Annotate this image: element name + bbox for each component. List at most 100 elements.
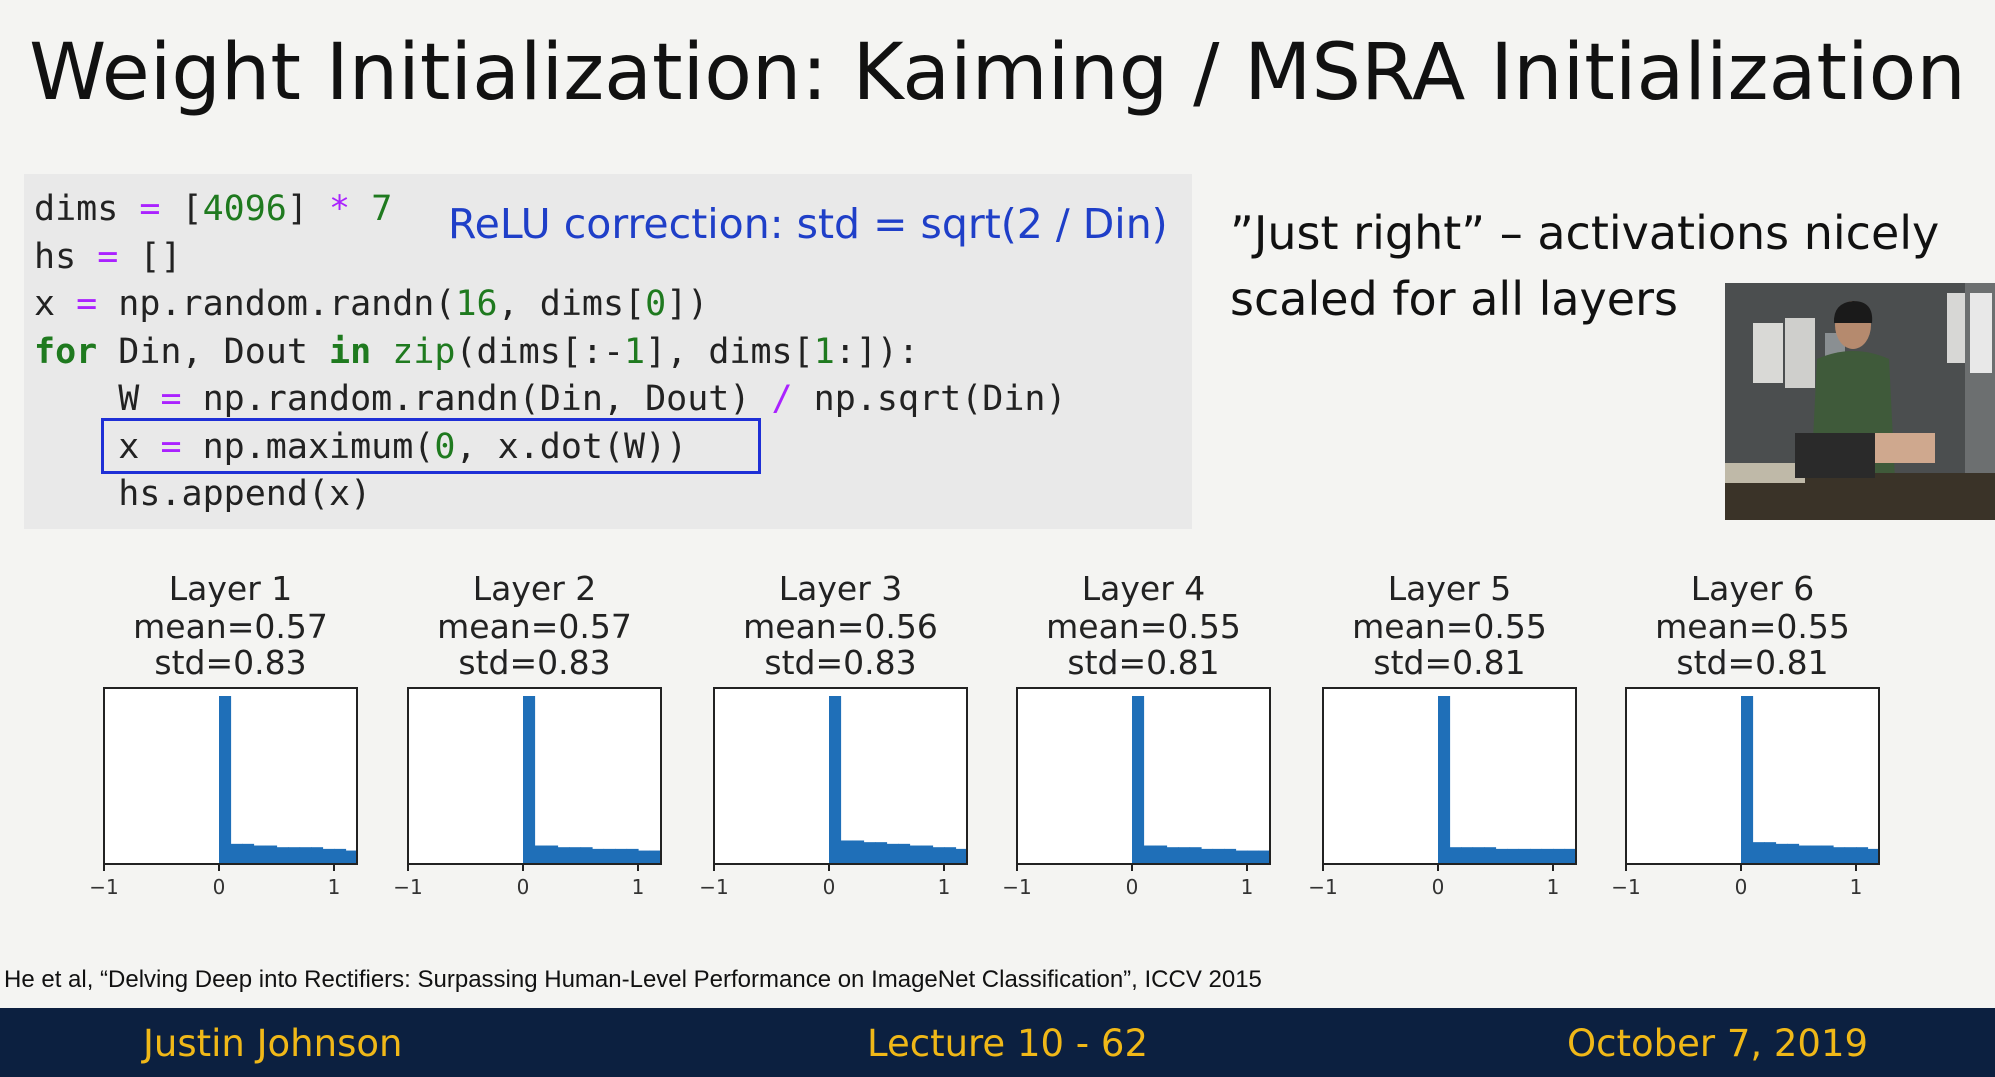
histogram-bar <box>626 848 639 864</box>
histogram-tick-label: 0 <box>1126 875 1139 899</box>
histogram-bar <box>230 843 243 864</box>
histogram-bar <box>580 847 593 864</box>
presenter-video-thumbnail <box>1725 283 1995 520</box>
histogram-bar <box>1258 850 1271 864</box>
histogram-stat: mean=0.55 <box>1655 607 1850 646</box>
footer-bar: Justin Johnson Lecture 10 - 62 October 7… <box>0 1008 1995 1077</box>
histogram-bar <box>1155 845 1168 864</box>
histogram-bar <box>1787 843 1800 864</box>
histogram-bar <box>1178 847 1191 864</box>
code-line: x = np.random.randn(16, dims[0]) <box>34 284 709 324</box>
histogram-bar <box>932 847 945 864</box>
histogram-panel: Layer 5mean=0.55std=0.81 −1 0 1 <box>1308 569 1577 899</box>
relu-correction-note: ReLU correction: std = sqrt(2 / Din) <box>448 200 1168 248</box>
histogram-bar <box>1541 848 1554 864</box>
histogram-stat: mean=0.57 <box>437 607 632 646</box>
histogram-stat: std=0.81 <box>1676 643 1828 682</box>
histogram-bar <box>592 848 605 864</box>
histogram-bar <box>546 845 559 864</box>
histogram-tick-label: −1 <box>89 875 118 899</box>
histogram-bar <box>1764 842 1777 864</box>
histogram-tick-label: −1 <box>393 875 422 899</box>
histogram-tick-label: 1 <box>328 875 341 899</box>
histogram-bar <box>898 843 911 864</box>
histogram-bar <box>1484 847 1497 864</box>
histogram-bar <box>1798 845 1811 864</box>
histogram-bar <box>1564 848 1577 864</box>
histogram-title: Layer 3 <box>779 569 903 608</box>
histogram-bar <box>1844 847 1857 864</box>
histogram-tick-label: −1 <box>1308 875 1337 899</box>
histogram-bar <box>840 840 853 864</box>
histogram-tick-label: 0 <box>213 875 226 899</box>
histogram-panels: Layer 1mean=0.57std=0.83−1 0 1Layer 2mean=… <box>89 569 1880 899</box>
histogram-bar <box>1821 845 1834 864</box>
histogram-bar <box>1189 847 1202 864</box>
histogram-bar <box>276 847 289 864</box>
histogram-stat: mean=0.55 <box>1352 607 1547 646</box>
histogram-tick-label: 0 <box>517 875 530 899</box>
histogram-bar <box>603 848 616 864</box>
histogram-bar <box>1166 847 1179 864</box>
layer-histograms: Layer 1 mean=0.57 std=0.83 −1 0 1 Layer 2 mean=… <box>0 560 1995 910</box>
histogram-bar <box>219 696 232 864</box>
histogram-bar <box>909 845 922 864</box>
histogram-panel: Layer 2mean=0.57std=0.83 −1 0 1 <box>393 569 662 899</box>
histogram-bar <box>311 847 324 864</box>
histogram-bar <box>1247 850 1260 864</box>
histogram-bar <box>1449 847 1462 864</box>
slide-title: Weight Initialization: Kaiming / MSRA In… <box>29 28 1966 118</box>
histogram-bar <box>1472 847 1485 864</box>
histogram-tick-label: 0 <box>1432 875 1445 899</box>
histogram-bar <box>557 847 570 864</box>
histogram-bar <box>1495 848 1508 864</box>
histogram-bar <box>569 847 582 864</box>
histogram-bar <box>1235 850 1248 864</box>
histogram-title: Layer 1 <box>169 569 293 608</box>
histogram-bar <box>299 847 312 864</box>
histogram-panel: Layer 1mean=0.57std=0.83 −1 0 1 <box>89 569 358 899</box>
histogram-tick-label: −1 <box>1611 875 1640 899</box>
histogram-bar <box>955 848 968 864</box>
histogram-stat: mean=0.57 <box>133 607 328 646</box>
histogram-tick-label: 1 <box>938 875 951 899</box>
histogram-bar <box>265 845 278 864</box>
histogram-stat: mean=0.55 <box>1046 607 1241 646</box>
histogram-bar <box>921 845 934 864</box>
histogram-bar <box>1507 848 1520 864</box>
histogram-bar <box>886 843 899 864</box>
citation: He et al, “Delving Deep into Rectifiers:… <box>4 966 1262 993</box>
histogram-bar <box>649 850 662 864</box>
histogram-tick-label: −1 <box>1002 875 1031 899</box>
histogram-bar <box>875 842 888 864</box>
histogram-bar <box>1867 848 1880 864</box>
histogram-bar <box>288 847 301 864</box>
code-line: hs.append(x) <box>34 474 372 514</box>
histogram-bar <box>334 848 347 864</box>
histogram-tick-label: 1 <box>1547 875 1560 899</box>
histogram-bar <box>829 696 842 864</box>
histogram-bar <box>1553 848 1566 864</box>
histogram-bar <box>1518 848 1531 864</box>
histogram-panel: Layer 3mean=0.56std=0.83 −1 0 1 <box>699 569 968 899</box>
histogram-bar <box>253 845 266 864</box>
histogram-bar <box>1132 696 1145 864</box>
histogram-bar <box>1752 842 1765 864</box>
histogram-bar <box>1212 848 1225 864</box>
histogram-title: Layer 4 <box>1082 569 1206 608</box>
histogram-title: Layer 2 <box>473 569 597 608</box>
histogram-bar <box>1741 696 1754 864</box>
histogram-title: Layer 6 <box>1691 569 1815 608</box>
histogram-bar <box>1810 845 1823 864</box>
histogram-stat: std=0.83 <box>458 643 610 682</box>
histogram-bar <box>1775 843 1788 864</box>
histogram-bar <box>322 848 335 864</box>
histogram-bar <box>615 848 628 864</box>
code-line: W = np.random.randn(Din, Dout) / np.sqrt… <box>34 379 1067 419</box>
histogram-stat: std=0.83 <box>764 643 916 682</box>
histogram-bar <box>1143 845 1156 864</box>
histogram-stat: std=0.83 <box>154 643 306 682</box>
histogram-bar <box>852 840 865 864</box>
histogram-stat: std=0.81 <box>1067 643 1219 682</box>
histogram-bar <box>534 845 547 864</box>
